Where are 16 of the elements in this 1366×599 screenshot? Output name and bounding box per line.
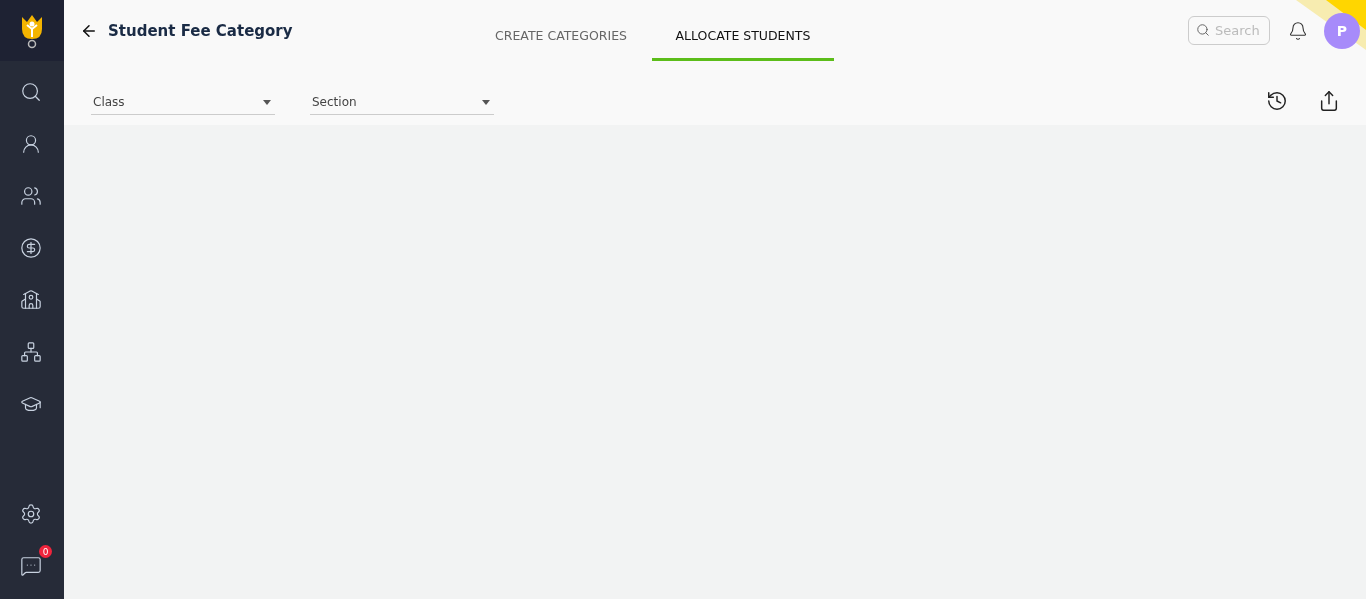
network-icon[interactable] bbox=[20, 341, 44, 365]
caret-icon bbox=[263, 99, 271, 105]
dollar-icon[interactable] bbox=[20, 237, 44, 261]
bell-icon[interactable] bbox=[1288, 20, 1308, 41]
search-field[interactable]: Search bbox=[1188, 16, 1270, 45]
page-title: Student Fee Category bbox=[108, 21, 294, 40]
export-icon[interactable] bbox=[1318, 90, 1340, 112]
select-field[interactable]: Class bbox=[91, 95, 275, 115]
select-field[interactable]: Section bbox=[310, 95, 494, 115]
tab[interactable]: CREATE CATEGORIES bbox=[470, 0, 652, 61]
notification-badge: 0 bbox=[39, 545, 52, 558]
caret-icon bbox=[482, 99, 490, 105]
chat-icon[interactable] bbox=[20, 555, 44, 579]
search-icon bbox=[1196, 23, 1210, 37]
history-icon[interactable] bbox=[1266, 90, 1288, 112]
tab[interactable]: ALLOCATE STUDENTS bbox=[652, 0, 834, 61]
